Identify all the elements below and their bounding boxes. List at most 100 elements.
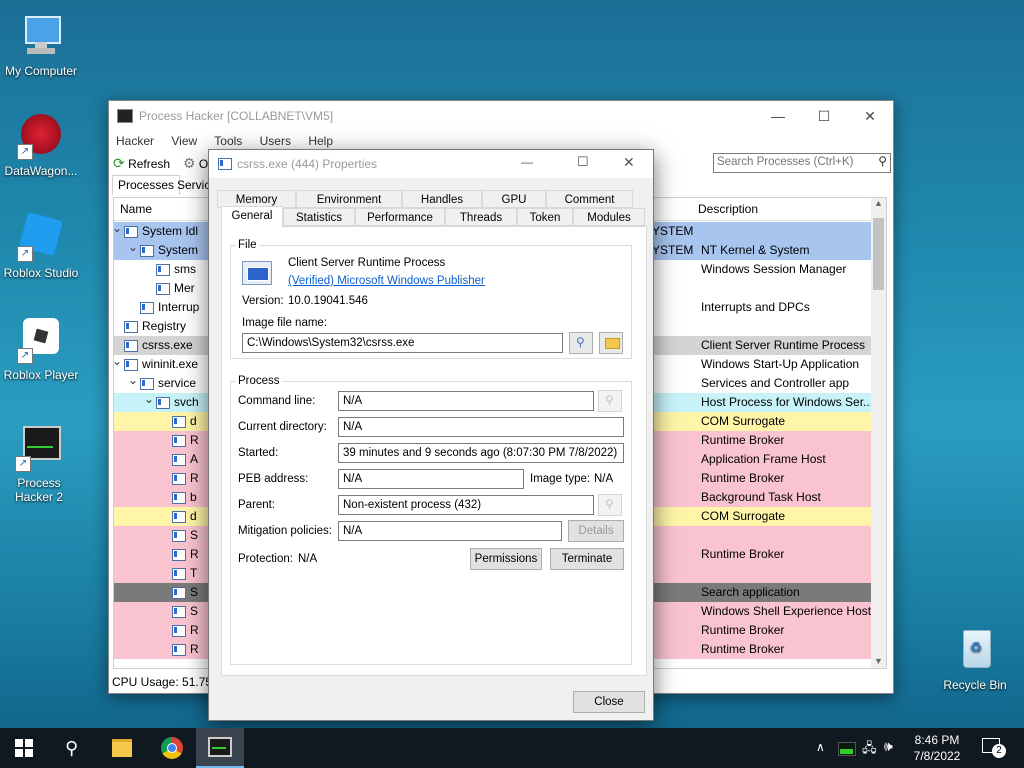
process-icon [172, 491, 186, 504]
expand-chevron-icon[interactable]: ⌄ [128, 238, 138, 257]
search-input[interactable] [714, 154, 870, 170]
process-icon [172, 510, 186, 523]
show-hidden-icons-chevron-icon[interactable]: ∧ [816, 740, 825, 754]
peb-address-field[interactable]: N/A [338, 469, 524, 489]
desktop-icon-roblox-player[interactable]: ↗ Roblox Player [0, 316, 82, 382]
shortcut-arrow-icon: ↗ [17, 246, 33, 262]
scroll-up-arrow-icon[interactable]: ▲ [871, 198, 886, 208]
current-directory-label: Current directory: [238, 421, 327, 433]
tab-handles[interactable]: Handles [402, 190, 482, 208]
search-box[interactable]: ⚲ [713, 153, 891, 173]
scroll-thumb[interactable] [873, 218, 884, 290]
dialog-maximize-button[interactable]: ☐ [577, 154, 589, 170]
tab-threads[interactable]: Threads [445, 208, 517, 226]
desktop-icon-label: Roblox Studio [3, 266, 79, 280]
expand-chevron-icon[interactable]: ⌄ [144, 390, 154, 409]
tab-gpu[interactable]: GPU [482, 190, 546, 208]
process-description: Runtime Broker [701, 623, 785, 637]
notification-count: 2 [992, 744, 1006, 758]
column-header-description[interactable]: Description [698, 202, 758, 216]
process-name: Interrup [158, 300, 200, 314]
menu-tools[interactable]: Tools [214, 134, 242, 148]
tab-token[interactable]: Token [517, 208, 573, 226]
expand-chevron-icon[interactable]: ⌄ [128, 371, 138, 390]
command-line-inspect-button[interactable]: ⚲ [598, 390, 622, 412]
process-name: d [190, 509, 197, 523]
refresh-button[interactable]: ⟳ Refresh [113, 154, 170, 172]
mitigation-policies-field[interactable]: N/A [338, 521, 562, 541]
permissions-button[interactable]: Permissions [470, 548, 542, 570]
minimize-button[interactable]: — [755, 101, 801, 131]
maximize-button[interactable]: ☐ [801, 101, 847, 131]
parent-label: Parent: [238, 499, 276, 511]
current-directory-field[interactable]: N/A [338, 417, 624, 437]
process-description [698, 279, 876, 298]
column-header-name[interactable]: Name [120, 202, 152, 216]
expand-chevron-icon[interactable]: ⌄ [114, 219, 122, 238]
scroll-down-arrow-icon[interactable]: ▼ [871, 656, 886, 666]
tab-comment[interactable]: Comment [546, 190, 633, 208]
volume-icon[interactable]: 🕪 [884, 738, 893, 755]
search-taskbar-button[interactable]: ⚲ [48, 728, 96, 768]
properties-dialog: csrss.exe (444) Properties — ☐ ✕ Memory … [208, 149, 654, 721]
process-name: S [190, 585, 199, 599]
clock[interactable]: 8:46 PM 7/8/2022 [906, 732, 968, 764]
file-explorer-button[interactable] [98, 728, 146, 768]
process-name: service [158, 376, 197, 390]
started-field[interactable]: 39 minutes and 9 seconds ago (8:07:30 PM… [338, 443, 624, 463]
tab-general[interactable]: General [221, 206, 283, 228]
process-name: R [190, 433, 199, 447]
options-button[interactable]: ⚙ O [183, 154, 208, 172]
image-file-name-field[interactable]: C:\Windows\System32\csrss.exe [242, 333, 563, 353]
tab-statistics[interactable]: Statistics [283, 208, 355, 226]
dialog-close-action-button[interactable]: Close [573, 691, 645, 713]
mitigation-policies-label: Mitigation policies: [238, 525, 332, 537]
tab-environment[interactable]: Environment [296, 190, 402, 208]
notifications-button[interactable]: 2 [982, 738, 1006, 758]
desktop-icon-roblox-studio[interactable]: ↗ Roblox Studio [0, 211, 82, 280]
menu-hacker[interactable]: Hacker [116, 134, 154, 148]
shortcut-arrow-icon: ↗ [15, 456, 31, 472]
desktop-icon-label: Roblox Player [3, 368, 79, 382]
version-value: 10.0.19041.546 [288, 295, 368, 307]
network-graph-icon[interactable] [838, 742, 856, 756]
parent-field[interactable]: Non-existent process (432) [338, 495, 594, 515]
shortcut-arrow-icon: ↗ [17, 348, 33, 364]
details-button[interactable]: Details [568, 520, 624, 542]
desktop-icon-process-hacker[interactable]: ↗ Process Hacker 2 [0, 424, 78, 504]
file-icon [242, 261, 272, 285]
publisher-link[interactable]: (Verified) Microsoft Windows Publisher [288, 275, 485, 287]
desktop-icon-datawagon[interactable]: ↗ DataWagon... [0, 112, 82, 178]
parent-inspect-button[interactable]: ⚲ [598, 494, 622, 516]
process-name: d [190, 414, 197, 428]
start-button[interactable] [0, 728, 48, 768]
process-description [698, 526, 876, 545]
process-name: T [190, 566, 198, 580]
terminate-button[interactable]: Terminate [550, 548, 624, 570]
menu-users[interactable]: Users [260, 134, 291, 148]
magnifier-icon: ⚲ [605, 393, 614, 407]
process-icon [124, 225, 138, 238]
tab-modules[interactable]: Modules [573, 208, 645, 226]
menu-help[interactable]: Help [308, 134, 333, 148]
tab-processes[interactable]: Processes [112, 175, 181, 195]
version-label: Version: [242, 295, 284, 307]
process-description: NT Kernel & System [701, 243, 810, 257]
desktop-icon-recycle-bin[interactable]: ♻ Recycle Bin [934, 626, 1016, 692]
process-hacker-taskbar-button[interactable] [196, 728, 244, 768]
vertical-scrollbar[interactable]: ▲ ▼ [871, 198, 886, 668]
command-line-field[interactable]: N/A [338, 391, 594, 411]
open-folder-button[interactable] [599, 332, 623, 354]
tab-performance[interactable]: Performance [355, 208, 445, 226]
desktop-icon-my-computer[interactable]: My Computer [0, 12, 82, 78]
shortcut-arrow-icon: ↗ [17, 144, 33, 160]
expand-chevron-icon[interactable]: ⌄ [114, 352, 122, 371]
chrome-button[interactable] [148, 728, 196, 768]
close-button[interactable]: ✕ [847, 101, 893, 131]
network-icon[interactable]: 🖧 [862, 739, 877, 761]
dialog-minimize-button[interactable]: — [521, 155, 533, 169]
dialog-close-button[interactable]: ✕ [623, 154, 635, 171]
inspect-image-button[interactable]: ⚲ [569, 332, 593, 354]
menu-view[interactable]: View [171, 134, 197, 148]
search-icon[interactable]: ⚲ [878, 154, 887, 168]
